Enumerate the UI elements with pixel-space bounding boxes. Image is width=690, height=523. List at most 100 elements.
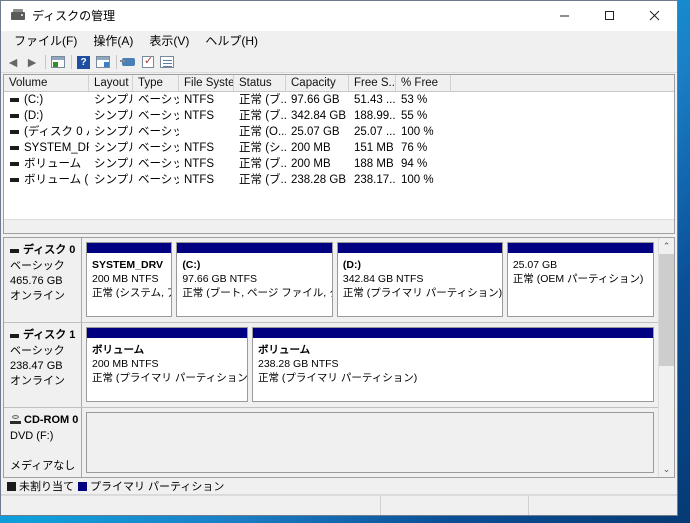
legend-unallocated-label: 未割り当て (19, 481, 74, 493)
column-header-layout[interactable]: Layout (89, 75, 133, 91)
help-icon[interactable]: ? (76, 54, 92, 70)
back-icon[interactable]: ◄ (5, 54, 21, 70)
volume-list-horizontal-scrollbar[interactable] (4, 219, 674, 233)
disk-0-partitions: SYSTEM_DRV 200 MB NTFS 正常 (システム, ア (C:) … (82, 238, 658, 322)
toolbar: ◄ ► ? (1, 51, 677, 73)
disk-0-label[interactable]: ディスク 0 ベーシック 465.76 GB オンライン (4, 238, 82, 322)
legend-unallocated: 未割り当て (7, 478, 74, 494)
show-hide-console-tree-icon[interactable] (50, 54, 66, 70)
table-row[interactable]: ボリューム シンプル ベーシック NTFS 正常 (ブ... 200 MB 18… (4, 156, 674, 172)
table-row[interactable]: (C:) シンプル ベーシック NTFS 正常 (ブ... 97.66 GB 5… (4, 92, 674, 108)
client-area: Volume Layout Type File System Status Ca… (1, 73, 677, 515)
partition-system-drv[interactable]: SYSTEM_DRV 200 MB NTFS 正常 (システム, ア (86, 242, 173, 317)
column-header-volume[interactable]: Volume (4, 75, 89, 91)
cdrom-0-size (10, 444, 81, 459)
disk-1-size: 238.47 GB (10, 360, 63, 372)
rescan-disks-icon[interactable] (120, 54, 137, 70)
cell-file-system: NTFS (184, 158, 215, 170)
partition-status: 正常 (プライマリ パーティション) (342, 287, 502, 299)
disk-0-status: オンライン (10, 290, 65, 302)
window-controls (542, 1, 677, 31)
cell-volume: ボリューム (E:) (4, 172, 89, 188)
scroll-up-icon[interactable]: ⌃ (659, 238, 674, 254)
properties-icon[interactable] (95, 54, 111, 70)
disk-1-label[interactable]: ディスク 1 ベーシック 238.47 GB オンライン (4, 323, 82, 407)
window-title: ディスクの管理 (32, 9, 116, 23)
cdrom-0-title: CD-ROM 0 (10, 413, 81, 428)
table-row[interactable]: ボリューム (E:) シンプル ベーシック NTFS 正常 (ブ... 238.… (4, 172, 674, 188)
cell-volume: (ディスク 0 パーテ... (4, 124, 89, 140)
graphical-view: ディスク 0 ベーシック 465.76 GB オンライン SYSTEM_DRV … (3, 237, 675, 478)
column-header-file-system[interactable]: File System (179, 75, 234, 91)
cell-capacity: 200 MB (291, 158, 331, 170)
partition-volume-200mb[interactable]: ボリューム 200 MB NTFS 正常 (プライマリ パーティション) (86, 327, 248, 402)
cell-type: ベーシック (138, 174, 179, 186)
cell-capacity: 238.28 GB (291, 174, 346, 186)
disk-icon (10, 333, 19, 338)
menu-help[interactable]: ヘルプ(H) (197, 32, 266, 51)
cdrom-0-media-area[interactable] (86, 412, 654, 473)
column-header-free-space[interactable]: Free S... (349, 75, 396, 91)
table-row[interactable]: (ディスク 0 パーテ... シンプル ベーシック 正常 (O... 25.07… (4, 124, 674, 140)
column-header-percent-free[interactable]: % Free (396, 75, 451, 91)
column-header-capacity[interactable]: Capacity (286, 75, 349, 91)
disk-icon (10, 248, 19, 253)
disk-1-row[interactable]: ディスク 1 ベーシック 238.47 GB オンライン ボリューム 200 M… (4, 323, 658, 408)
menu-view[interactable]: 表示(V) (141, 32, 197, 51)
status-pane-2 (381, 496, 529, 515)
status-pane-1 (1, 496, 381, 515)
cdrom-0-row[interactable]: CD-ROM 0 DVD (F:) メディアなし (4, 408, 658, 477)
cell-type: ベーシック (138, 158, 179, 170)
scroll-down-icon[interactable]: ⌄ (659, 461, 674, 477)
toolbar-separator-1 (45, 54, 46, 69)
partition-capacity-bar (87, 328, 247, 339)
cell-capacity: 342.84 GB (291, 110, 346, 122)
partition-capacity-bar (337, 243, 502, 254)
action-check-icon[interactable] (140, 54, 156, 70)
forward-icon[interactable]: ► (24, 54, 40, 70)
legend-primary-swatch-icon (78, 481, 87, 491)
volume-list-header: Volume Layout Type File System Status Ca… (4, 75, 674, 92)
partition-size: 25.07 GB (512, 259, 558, 271)
toolbar-separator-3 (116, 54, 117, 69)
volume-marker-icon (10, 98, 19, 102)
menu-file[interactable]: ファイル(F) (6, 32, 85, 51)
volume-list-body: (C:) シンプル ベーシック NTFS 正常 (ブ... 97.66 GB 5… (4, 92, 674, 219)
partition-name: SYSTEM_DRV (92, 259, 163, 271)
cdrom-0-title-text: CD-ROM 0 (24, 414, 79, 426)
cell-volume: (C:) (4, 92, 89, 108)
cell-layout: シンプル (94, 142, 133, 154)
table-row[interactable]: SYSTEM_DRV シンプル ベーシック NTFS 正常 (シ... 200 … (4, 140, 674, 156)
cdrom-0-label[interactable]: CD-ROM 0 DVD (F:) メディアなし (4, 408, 82, 477)
cell-layout: シンプル (94, 174, 133, 186)
close-button[interactable] (632, 1, 677, 31)
menu-action[interactable]: 操作(A) (85, 32, 141, 51)
cell-layout: シンプル (94, 110, 133, 122)
maximize-button[interactable] (587, 1, 632, 31)
column-header-status[interactable]: Status (234, 75, 286, 91)
partition-c[interactable]: (C:) 97.66 GB NTFS 正常 (ブート, ページ ファイル, クラ… (176, 242, 333, 317)
minimize-button[interactable] (542, 1, 587, 31)
cell-percent-free: 76 % (401, 142, 428, 154)
partition-volume-238gb[interactable]: ボリューム 238.28 GB NTFS 正常 (プライマリ パーティション) (252, 327, 654, 402)
table-row[interactable]: (D:) シンプル ベーシック NTFS 正常 (ブ... 342.84 GB … (4, 108, 674, 124)
graphical-view-vertical-scrollbar[interactable]: ⌃ ⌄ (658, 238, 674, 477)
volume-list: Volume Layout Type File System Status Ca… (3, 74, 675, 234)
disk-0-row[interactable]: ディスク 0 ベーシック 465.76 GB オンライン SYSTEM_DRV … (4, 238, 658, 323)
cell-capacity: 25.07 GB (291, 126, 340, 138)
partition-size: 238.28 GB NTFS (258, 358, 339, 370)
cell-status: 正常 (ブ... (239, 94, 286, 106)
scrollbar-track[interactable] (659, 254, 674, 461)
list-view-icon[interactable] (159, 54, 175, 70)
column-header-filler[interactable] (451, 75, 674, 91)
scrollbar-thumb[interactable] (659, 254, 674, 366)
partition-oem[interactable]: 25.07 GB 正常 (OEM パーティション) (506, 242, 655, 317)
cell-status: 正常 (O... (239, 126, 286, 138)
partition-d[interactable]: (D:) 342.84 GB NTFS 正常 (プライマリ パーティション) (336, 242, 503, 317)
partition-size: 342.84 GB NTFS (342, 273, 424, 285)
volume-marker-icon (10, 178, 19, 182)
disk-1-status: オンライン (10, 375, 65, 387)
column-header-type[interactable]: Type (133, 75, 179, 91)
title-bar: ディスクの管理 (1, 1, 677, 31)
cell-percent-free: 53 % (401, 94, 428, 106)
